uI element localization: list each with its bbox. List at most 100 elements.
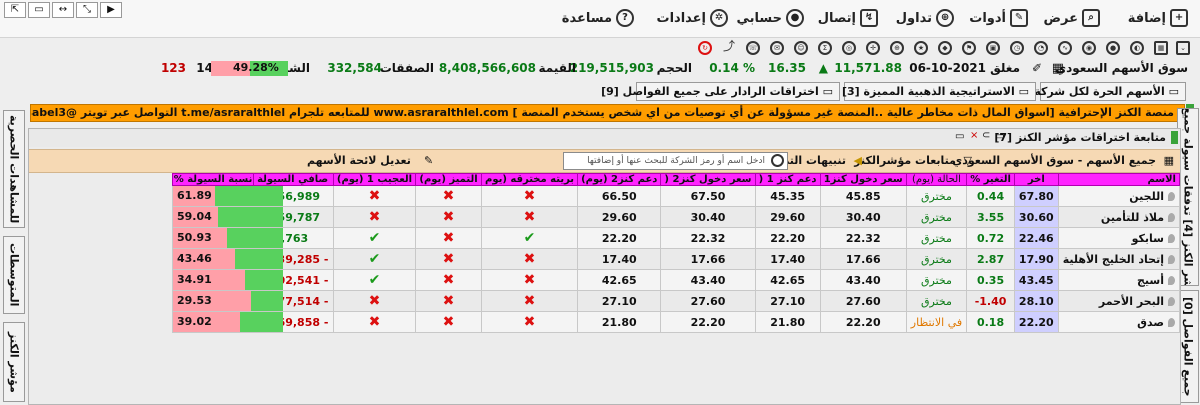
video-icon[interactable]: ▶ [100,2,122,18]
cell-tamayoz: ✖ [415,290,482,312]
radar-icon[interactable]: ◎ [842,41,856,55]
target-icon[interactable]: ⊕ [890,41,904,55]
panel-restore-icon[interactable]: ⊂ [982,130,990,141]
crosshair-icon[interactable]: ✛ [866,41,880,55]
cell-support2: 27.10 [577,290,662,312]
table-row[interactable]: اللجين 67.80 0.44 مخترق 45.85 45.35 67.50 66.50… [171,185,1181,207]
cell-last: 28.10 [1013,290,1059,312]
pin-icon[interactable] [1168,234,1175,243]
megaphone-icon[interactable]: ◀ [854,154,862,167]
col-entry2[interactable]: سعر دخول كنز2 ( [660,173,756,186]
table-row[interactable]: إتحاد الخليج الأهلية 17.90 2.87 مخترق 17.66 1… [171,248,1181,270]
table-row[interactable]: صدق 22.20 0.18 في الانتظار 22.20 21.80 22.20 21… [171,311,1181,333]
phone-icon[interactable]: ☏ [746,41,760,55]
col-name[interactable]: الاسم [1057,173,1181,186]
liquidity-bar: 61.89 [173,186,283,206]
table-row[interactable]: ملاذ للتأمين 30.60 3.55 مخترق 30.40 29.60 30.4… [171,206,1181,228]
gauge-icon[interactable]: ◔ [1034,41,1048,55]
tab-radar-breakouts[interactable]: ▭ اختراقات الرادار على جميع الفواصل [9] [601,82,840,101]
cell-name[interactable]: أسيج [1057,269,1181,291]
table-row[interactable]: البحر الأحمر 28.10 1.40- مخترق 27.60 27.10 27.… [171,290,1181,312]
fullscreen-icon[interactable]: ⤡ [76,2,98,18]
edit-pen-icon[interactable]: ✎ [424,154,433,167]
filter-button[interactable]: متابعات مؤشرالكنز [854,154,956,167]
menu-connect[interactable]: ↯ إتصال [818,9,878,27]
col-breakout[interactable]: بريته مخترقه (يوم [480,173,579,186]
bulb-icon[interactable]: ● [1106,41,1120,55]
trend-icon[interactable]: ⤴ [722,40,736,55]
col-state[interactable]: الحالة (يوم) [905,173,968,186]
pin-icon[interactable] [1168,255,1175,264]
cell-name[interactable]: إتحاد الخليج الأهلية [1057,248,1181,270]
filter-icon[interactable]: ▽ [964,154,972,167]
panel-expand-icon[interactable]: ▭ [955,131,964,142]
table-row[interactable]: أسيج 43.45 0.35 مخترق 43.40 42.65 43.40 42.65 ✖ ✖… [171,269,1181,291]
wave-icon[interactable]: ∿ [1058,41,1072,55]
col-tamayoz[interactable]: التميز (يوم) [415,173,482,186]
liquidity-pct-text: 34.91 [177,273,212,286]
tab-golden-strategy[interactable]: ▭ الاستراتيجية الذهبية المميزة [3] [842,82,1036,101]
cell-breakout: ✖ [480,290,579,312]
col-ajeeb[interactable]: العجيب 1 (يوم) [332,173,417,186]
tab-free-shares[interactable]: ▭ الأسهم الحرة لكل شركة [1034,82,1186,101]
col-entry1[interactable]: سعر دخول كنز1 [819,173,907,186]
market-name[interactable]: سوق الأسهم السعودي [1055,61,1188,75]
liquidity-bar: 29.53 [173,291,283,311]
cell-name[interactable]: صدق [1057,311,1181,333]
edit-list-button[interactable]: تعديل لائحة الأسهم [307,154,411,167]
face-icon[interactable]: ☺ [794,41,808,55]
menu-help[interactable]: ? مساعدة [562,9,634,27]
chat-icon[interactable]: ✉ [770,41,784,55]
cell-name[interactable]: ملاذ للتأمين [1057,206,1181,228]
star-icon[interactable]: ★ [914,41,928,55]
market-select[interactable]: جميع الأسهم - سوق الأسهم السعودي [952,154,1156,167]
menu-tools[interactable]: ✎ أدوات [969,9,1028,27]
cell-name[interactable]: اللجين [1057,185,1181,207]
col-support1[interactable]: دعم كنز 1 ( [754,173,821,186]
liquidity-pct-text: 50.93 [177,231,212,244]
search-input[interactable]: ادخل اسم أو رمز الشركة للبحث عنها أو إضا… [563,152,788,170]
menu-account[interactable]: ● حسابي [736,9,804,27]
clock-icon[interactable]: ◷ [1010,41,1024,55]
pin-icon[interactable] [1168,192,1175,201]
side-tab-kanz-index[interactable]: مؤشر الكنز [3,322,25,402]
resize-horizontal-icon[interactable]: ↔ [52,2,74,18]
collapse-icon[interactable]: ⌄ [1176,41,1190,55]
col-liquidity-pct[interactable]: نسبة السيولة % [171,173,255,186]
refresh-icon[interactable]: ↻ [698,41,712,55]
pin-icon[interactable] [1168,318,1175,327]
sigma-icon[interactable]: Σ [818,41,832,55]
market-select-icon[interactable]: ▦ [1164,154,1174,167]
minimize-window-icon[interactable]: ▭ [28,2,50,18]
lock-icon[interactable]: ▣ [986,41,1000,55]
col-net-liquidity[interactable]: صافي السيولة [253,173,334,186]
side-tab-exclusive[interactable]: للمشاهدات الحصرية [3,110,25,228]
panel-close-icon[interactable]: × [970,130,978,141]
table-row[interactable]: سابكو 22.46 0.72 مخترق 22.32 22.20 22.32 22.20 ✔… [171,227,1181,249]
col-change[interactable]: التغير % [966,173,1015,186]
diamond-icon[interactable]: ◆ [938,41,952,55]
menu-add[interactable]: + إضافة [1128,9,1188,27]
side-tab-averages[interactable]: المتوسطات [3,236,25,314]
cell-name[interactable]: البحر الأحمر [1057,290,1181,312]
menu-view[interactable]: ⌕ عرض [1044,9,1100,27]
menu-settings[interactable]: ✲ إعدادات [657,9,728,27]
liquidity-pct-text: 43.46 [177,252,212,265]
col-support2[interactable]: دعم كنز2 (يوم) [577,173,662,186]
news-ticker: منصة الكنز الإحترافية [اسواق المال ذات م… [30,104,1185,122]
pin-icon[interactable] [1168,297,1175,306]
restore-window-icon[interactable]: ⇱ [4,2,26,18]
eye-icon[interactable]: ◉ [1082,41,1096,55]
col-last[interactable]: آخر [1013,173,1059,186]
cell-name[interactable]: سابكو [1057,227,1181,249]
liquidity-fill [250,291,283,311]
chart-tool-icon[interactable]: ◐ [1130,41,1144,55]
flag-icon[interactable]: ⚑ [962,41,976,55]
calendar-icon[interactable]: ▦ [1052,61,1064,76]
dashboard-icon[interactable]: ▦ [1154,41,1168,55]
pin-icon[interactable] [1168,276,1175,285]
menu-trade[interactable]: ⊕ تداول [896,9,954,27]
pin-icon[interactable] [1168,213,1175,222]
liquidity-fill [235,249,283,269]
panel-minimize-icon[interactable]: ▭ [995,131,1004,142]
